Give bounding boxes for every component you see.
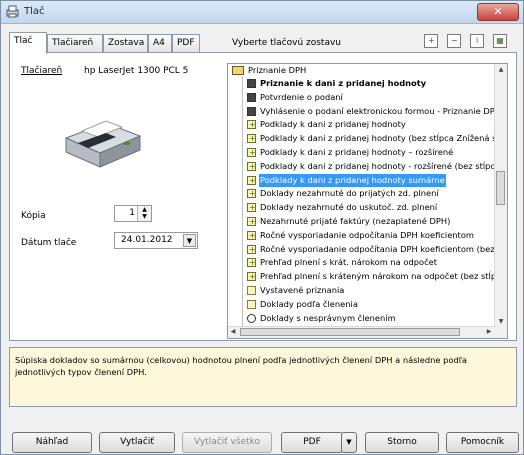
report-icon (247, 256, 256, 269)
pdf-button[interactable]: PDF (281, 432, 343, 453)
print-date-value[interactable]: 24.01.2012 (121, 235, 173, 245)
tree-item-label: Vystavené priznania (260, 285, 345, 295)
report-icon (247, 132, 256, 145)
tree-item-label: Ročné vysporiadanie odpočítania DPH koef… (260, 243, 496, 254)
scroll-up-icon[interactable]: ▲ (495, 64, 507, 76)
tab-print[interactable]: Tlač (9, 32, 47, 54)
pdf-options-dropdown[interactable]: ▼ (341, 432, 357, 453)
horizontal-scroll-thumb[interactable] (240, 328, 460, 336)
scroll-left-icon[interactable]: ◀ (228, 327, 238, 337)
spin-up-icon[interactable]: ▲ (142, 206, 147, 213)
print-date-label: Dátum tlače (21, 238, 77, 248)
tree-item-label: Doklady podľa členenia (260, 298, 358, 309)
tree-item-label: Prehľad plnení s kráteným nárokom na odp… (260, 271, 496, 282)
report-icon (247, 118, 256, 131)
copies-label: Kópia (21, 211, 46, 221)
close-icon: ✕ (493, 5, 503, 18)
report-icon (247, 201, 256, 214)
report-icon (247, 146, 256, 159)
tab-bar: Tlač Tlačiareň Zostava A4 PDF Vyberte tl… (9, 32, 515, 54)
report-select-hint: Vyberte tlačovú zostavu (232, 38, 342, 48)
spin-down-icon[interactable]: ▼ (142, 213, 147, 220)
folder-icon (232, 66, 244, 75)
print-date-field[interactable]: 24.01.2012 ▼ (114, 232, 198, 249)
folder-icon (247, 299, 256, 309)
title-bar: Tlač ✕ (1, 1, 523, 24)
print-panel: Tlačiareň hp LaserJet 1300 PCL 5 Kópia 1… (9, 52, 517, 341)
tree-root-label: Priznanie DPH (248, 65, 307, 75)
report-tree-items: Priznanie DPH Priznanie k dani z pridane… (228, 64, 496, 328)
collapse-icon[interactable]: − (447, 34, 462, 48)
vertical-scrollbar[interactable]: ▲ ▼ (494, 64, 507, 328)
tree-item-label: Vyhlásenie o podaní elektronickou formou… (260, 105, 496, 116)
vertical-scroll-thumb[interactable] (496, 171, 505, 205)
tree-item-label: Nezahrnuté prijaté faktúry (nezaplatené … (260, 216, 451, 226)
report-icon (247, 160, 256, 173)
tree-item-label: Prehľad plnení s krát. nárokom na odpoče… (260, 257, 438, 268)
folder-icon (247, 286, 256, 295)
preview-button[interactable]: Náhľad (12, 432, 92, 453)
document-icon (247, 92, 256, 102)
tree-item-label: Priznanie k dani z pridanej hodnoty (260, 78, 427, 88)
copies-value[interactable]: 1 (129, 208, 135, 218)
cancel-button[interactable]: Storno (365, 432, 439, 453)
tree-item-label: Ročné vysporiadanie odpočítania DPH koef… (260, 229, 474, 240)
tree-item-label: Podklady k dani z pridanej hodnoty sumár… (259, 173, 446, 187)
report-description: Súpiska dokladov so sumárnou (celkovou) … (9, 347, 517, 407)
app-icon (6, 5, 19, 18)
printer-icon (64, 120, 142, 168)
printer-link[interactable]: Tlačiareň (21, 66, 62, 76)
document-icon (247, 106, 256, 116)
print-dialog: Tlač ✕ Tlač Tlačiareň Zostava A4 PDF Vyb… (0, 0, 524, 455)
report-icon (247, 229, 256, 242)
tree-item-label: Potvrdenie o podaní (260, 91, 343, 102)
tree-item-label: Podklady k dani z pridanej hodnoty – roz… (260, 147, 454, 157)
print-all-button[interactable]: Vytlačiť všetko (182, 432, 272, 453)
spin-buttons[interactable]: ▲ ▼ (137, 206, 151, 221)
document-icon (247, 79, 256, 88)
tree-item-label: Doklady nezahrnuté do uskutoč. zd. plnen… (260, 202, 438, 213)
window-title: Tlač (24, 6, 45, 17)
tree-item-label: Podklady k dani z pridanej hodnoty (bez … (260, 133, 496, 144)
expand-icon[interactable]: + (424, 34, 439, 48)
calendar-dropdown-icon[interactable]: ▼ (183, 234, 196, 247)
tab-report[interactable]: Zostava (103, 34, 148, 52)
tree-toolbar: + − i ▦ (418, 34, 507, 48)
printer-name: hp LaserJet 1300 PCL 5 (84, 66, 189, 76)
close-button[interactable]: ✕ (477, 3, 519, 21)
tab-printer[interactable]: Tlačiareň (47, 34, 103, 52)
report-icon (247, 215, 256, 228)
tab-pdf[interactable]: PDF (172, 34, 200, 52)
help-button[interactable]: Pomocník (446, 432, 519, 453)
horizontal-scrollbar[interactable]: ◀ ▶ (228, 326, 496, 338)
group-icon (247, 313, 256, 323)
tree-connector (242, 76, 243, 326)
tree-item-label: Doklady s nesprávnym členením (260, 312, 396, 323)
scroll-corner (495, 327, 507, 338)
report-icon (247, 243, 256, 256)
scroll-right-icon[interactable]: ▶ (484, 327, 494, 337)
settings-icon[interactable]: ▦ (493, 34, 507, 48)
copies-stepper[interactable]: 1 ▲ ▼ (114, 205, 152, 222)
tab-a4[interactable]: A4 (148, 34, 172, 52)
report-icon (247, 270, 256, 283)
tree-item-label: Podklady k dani z pridanej hodnoty (260, 119, 406, 130)
report-icon (247, 187, 256, 200)
print-button[interactable]: Vytlačiť (99, 432, 175, 453)
tree-item-label: Podklady k dani z pridanej hodnoty - roz… (260, 160, 496, 171)
report-icon (247, 174, 256, 187)
report-tree[interactable]: Priznanie DPH Priznanie k dani z pridane… (227, 63, 508, 339)
info-icon[interactable]: i (470, 34, 485, 48)
tree-item-label: Doklady nezahrnuté do prijatých zd. plne… (260, 188, 439, 199)
chevron-down-icon: ▼ (346, 438, 352, 446)
